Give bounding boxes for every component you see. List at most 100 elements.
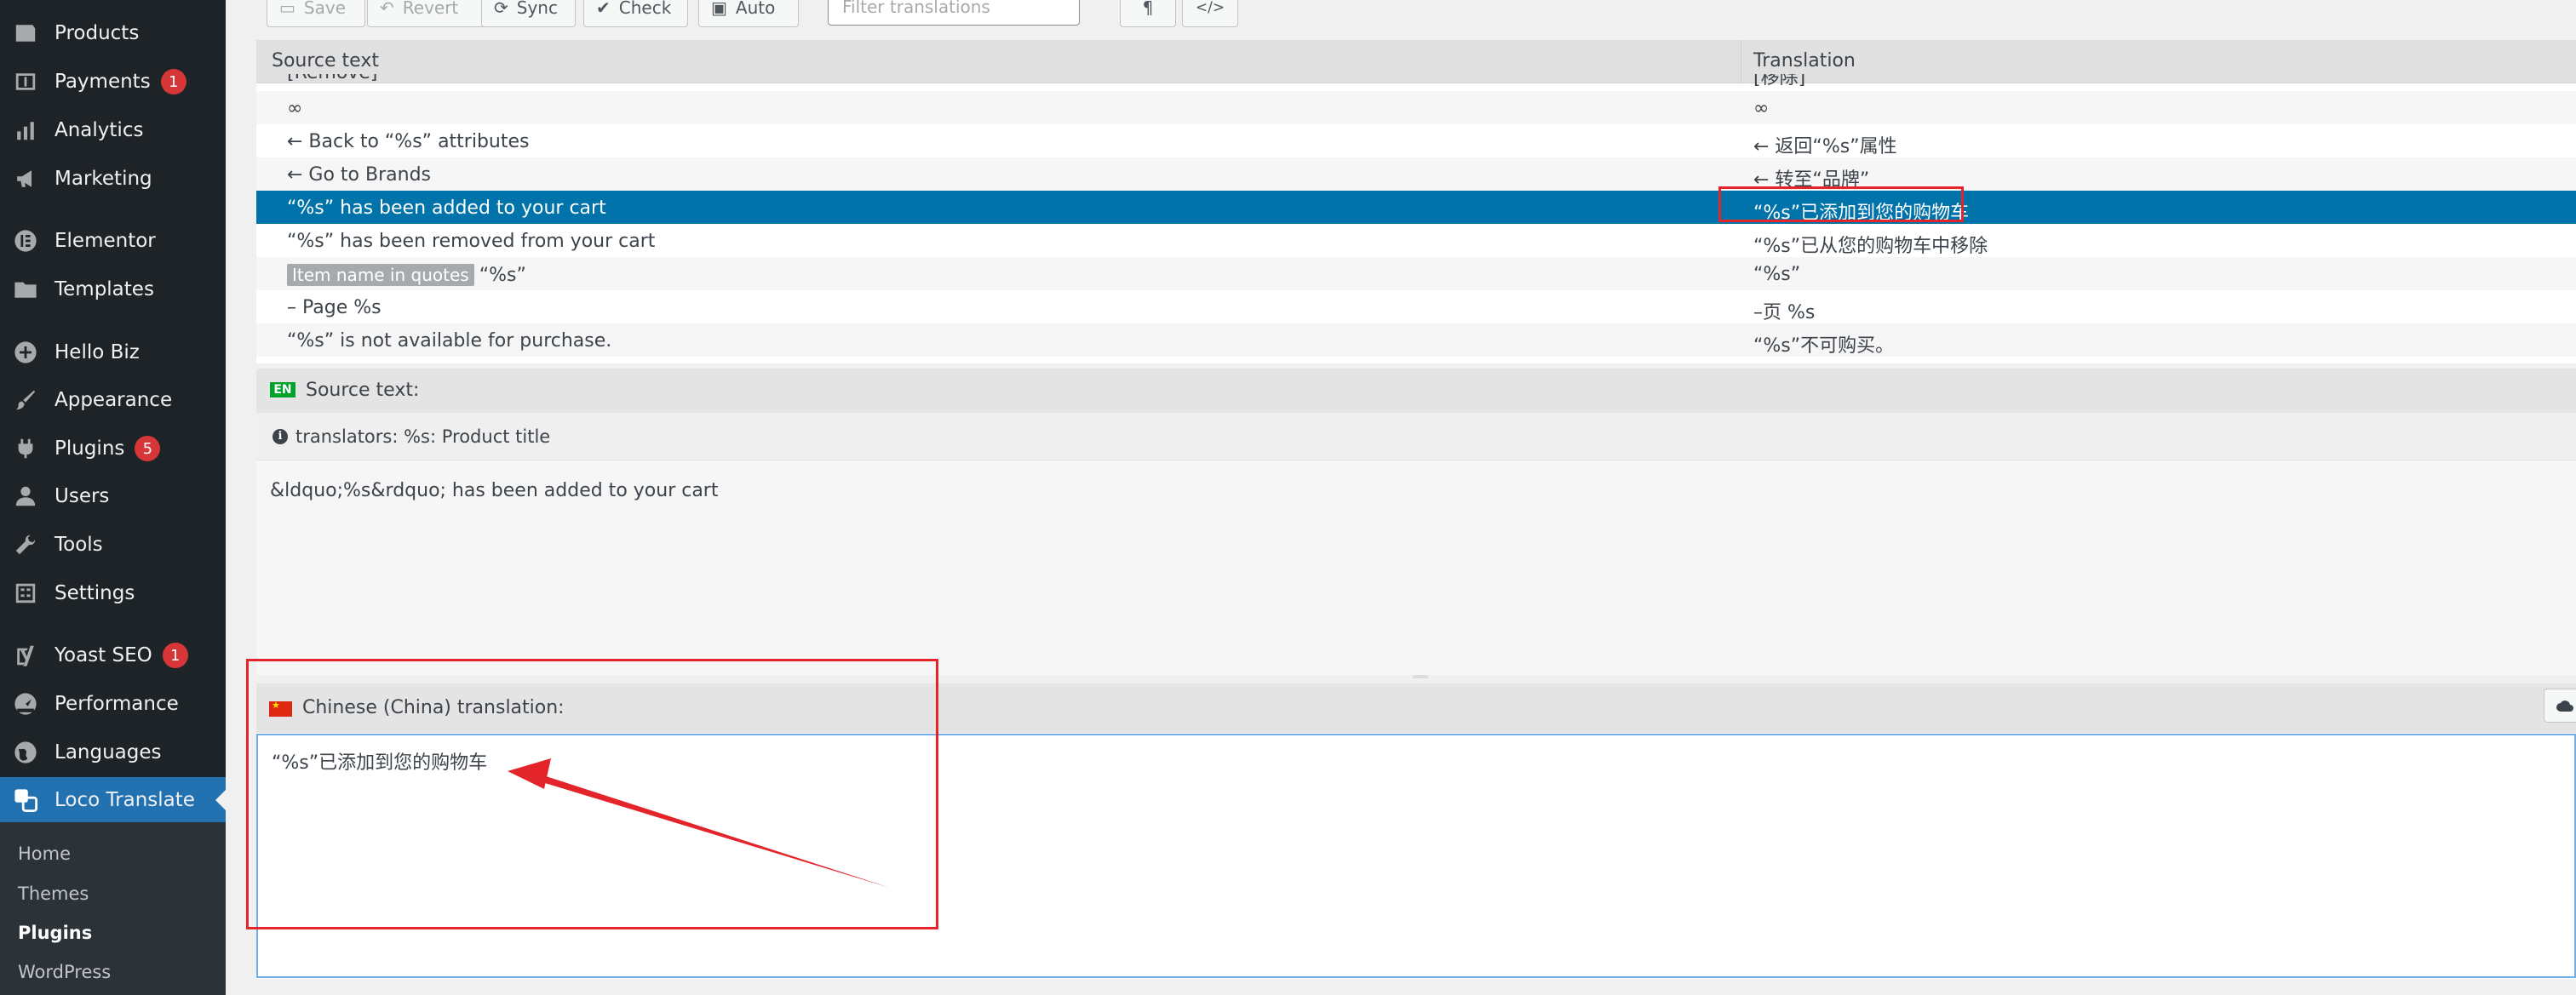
plug-icon [14, 437, 37, 460]
globe-icon [14, 741, 37, 764]
menu-item-analytics[interactable]: Analytics [0, 107, 226, 153]
sync-button[interactable]: ⟳ Sync [481, 0, 576, 27]
filter-translations-input[interactable] [828, 0, 1080, 26]
products-icon [14, 21, 37, 45]
submenu-home[interactable]: Home [18, 843, 71, 864]
translator-note: i translators: %s: Product title [256, 413, 2576, 460]
source-panel-title: Source text: [306, 380, 420, 401]
table-row[interactable]: [Remove] [移除] [256, 74, 2576, 90]
menu-label: Products [55, 22, 140, 44]
table-row[interactable]: Item name in quotes “%s” “%s” [256, 257, 2576, 290]
table-row[interactable]: “%s” is not available for purchase. “%s”… [256, 323, 2576, 357]
translation-cell: “%s”已从您的购物车中移除 [1753, 236, 1988, 257]
menu-item-languages[interactable]: Languages [0, 729, 226, 775]
context-tag: Item name in quotes [287, 264, 474, 286]
table-row[interactable]: ← Go to Brands ← 转至“品牌” [256, 157, 2576, 191]
translation-cell: ← 返回“%s”属性 [1753, 136, 1897, 157]
table-row[interactable]: – Page %s –页 %s [256, 290, 2576, 323]
column-header-translation[interactable]: Translation [1753, 50, 1856, 71]
elementor-icon [14, 229, 37, 253]
menu-label: Plugins [55, 437, 125, 460]
notification-badge: 5 [135, 436, 161, 461]
menu-label: Languages [55, 741, 162, 763]
paintbrush-icon [14, 388, 37, 412]
code-icon: </> [1195, 0, 1225, 16]
invisibles-toggle-button[interactable]: ¶ [1120, 0, 1176, 27]
source-cell: ← Go to Brands [287, 164, 431, 186]
menu-label: Appearance [55, 389, 173, 411]
source-cell: “%s” is not available for purchase. [287, 330, 612, 352]
translation-cell: “%s” [1753, 264, 1801, 285]
source-cell: Item name in quotes “%s” [287, 264, 526, 286]
menu-label: Analytics [55, 119, 144, 141]
pilcrow-icon: ¶ [1142, 0, 1154, 18]
source-cell: ← Back to “%s” attributes [287, 131, 530, 152]
source-panel-header: EN Source text: [256, 369, 2576, 413]
menu-item-performance[interactable]: Performance [0, 681, 226, 727]
submenu-plugins[interactable]: Plugins [18, 923, 92, 943]
menu-item-marketing[interactable]: Marketing [0, 156, 226, 202]
save-icon: ▭ [279, 0, 295, 18]
code-view-toggle-button[interactable]: </> [1182, 0, 1238, 27]
menu-label: Templates [55, 278, 154, 300]
notification-badge: 1 [162, 643, 188, 668]
translation-cell: –页 %s [1753, 302, 1816, 323]
translation-grid: Source text Translation [Remove] [移除] ∞ … [256, 40, 2576, 363]
menu-item-appearance[interactable]: Appearance [0, 377, 226, 423]
menu-label: Settings [55, 582, 135, 604]
user-icon [14, 484, 37, 508]
submenu-themes[interactable]: Themes [18, 883, 89, 904]
menu-item-users[interactable]: Users [0, 473, 226, 519]
yoast-icon [14, 643, 37, 667]
table-row[interactable]: “%s” has been removed from your cart “%s… [256, 224, 2576, 257]
translate-icon [14, 788, 37, 812]
menu-item-yoast-seo[interactable]: Yoast SEO 1 [0, 632, 226, 678]
menu-item-payments[interactable]: Payments 1 [0, 59, 226, 105]
robot-icon: ▣ [711, 0, 727, 18]
active-indicator [215, 790, 226, 810]
column-header-source[interactable]: Source text [272, 50, 379, 71]
translator-note-text: translators: %s: Product title [295, 426, 551, 447]
menu-label: Performance [55, 693, 179, 715]
sync-icon: ⟳ [494, 0, 508, 18]
menu-item-loco-translate[interactable]: Loco Translate [0, 777, 226, 823]
table-row-selected[interactable]: “%s” has been added to your cart “%s”已添加… [256, 191, 2576, 224]
translation-cell: ∞ [1753, 98, 1770, 119]
auto-translate-button[interactable] [2544, 689, 2576, 723]
wrench-icon [14, 533, 37, 557]
revert-button[interactable]: ↶ Revert [367, 0, 488, 27]
cloud-icon [2556, 701, 2573, 712]
menu-item-products[interactable]: Products [0, 10, 226, 56]
menu-label: Yoast SEO [55, 644, 152, 666]
menu-item-templates[interactable]: Templates [0, 266, 226, 312]
admin-sidebar: Products Payments 1 Analytics Marketing … [0, 0, 226, 995]
translation-cell: [移除] [1753, 74, 1806, 89]
marketing-icon [14, 167, 37, 191]
loco-submenu: Home Themes Plugins WordPress [0, 822, 226, 995]
notification-badge: 1 [160, 69, 186, 94]
menu-item-elementor[interactable]: Elementor [0, 218, 226, 264]
menu-label: Loco Translate [55, 789, 195, 811]
auto-button[interactable]: ▣ Auto [698, 0, 799, 27]
submenu-wordpress[interactable]: WordPress [18, 962, 111, 982]
menu-label: Users [55, 485, 110, 507]
panel-resize-handle[interactable] [1413, 675, 1428, 678]
source-cell: “%s” has been removed from your cart [287, 231, 656, 252]
table-row[interactable]: ← Back to “%s” attributes ← 返回“%s”属性 [256, 124, 2576, 157]
plus-circle-icon [14, 340, 37, 364]
menu-item-settings[interactable]: Settings [0, 570, 226, 616]
table-row[interactable]: ∞ ∞ [256, 91, 2576, 124]
revert-icon: ↶ [380, 0, 394, 18]
menu-item-hello-biz[interactable]: Hello Biz [0, 329, 226, 375]
editor-toolbar: ▭Save ↶Revert ⟳Sync ✔Check ▣Auto ¶ </> [226, 0, 2576, 39]
menu-item-plugins[interactable]: Plugins 5 [0, 426, 226, 472]
check-button[interactable]: ✔ Check [583, 0, 688, 27]
source-cell: ∞ [287, 98, 303, 119]
save-button[interactable]: ▭ Save [267, 0, 365, 27]
menu-label: Payments [55, 71, 151, 93]
menu-item-tools[interactable]: Tools [0, 522, 226, 568]
performance-icon [14, 692, 37, 716]
menu-label: Marketing [55, 168, 152, 190]
analytics-icon [14, 118, 37, 142]
menu-label: Elementor [55, 230, 156, 252]
